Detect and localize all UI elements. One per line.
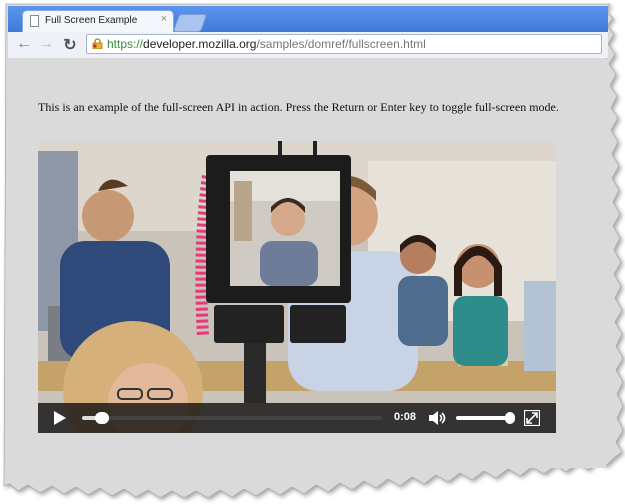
- new-tab-button[interactable]: [172, 14, 208, 32]
- tab-full-screen-example[interactable]: Full Screen Example ×: [22, 10, 174, 32]
- tab-title: Full Screen Example: [45, 15, 138, 26]
- intro-paragraph: This is an example of the full-screen AP…: [38, 100, 559, 114]
- volume-handle[interactable]: [505, 412, 516, 424]
- current-time: 0:08: [394, 411, 417, 423]
- browser-toolbar: ← → ↻ https://developer.mozilla.org/samp…: [8, 32, 608, 59]
- address-bar[interactable]: https://developer.mozilla.org/samples/do…: [86, 34, 602, 54]
- url-scheme: https://: [107, 37, 144, 51]
- tab-strip: Full Screen Example ×: [8, 6, 608, 32]
- lock-icon: [92, 38, 103, 49]
- seek-handle[interactable]: [95, 412, 109, 424]
- play-icon[interactable]: [54, 411, 66, 425]
- url-text: https://developer.mozilla.org/samples/do…: [107, 37, 426, 51]
- video-controls: 0:08: [38, 403, 556, 433]
- url-path: /samples/domref/fullscreen.html: [256, 37, 426, 51]
- url-host: developer.mozilla.org: [143, 37, 257, 51]
- volume-slider[interactable]: [456, 412, 516, 424]
- seek-bar[interactable]: [82, 412, 382, 424]
- back-arrow-icon[interactable]: ←: [14, 35, 34, 53]
- tab-close-icon[interactable]: ×: [161, 13, 167, 25]
- video-frame: [38, 141, 556, 433]
- fullscreen-icon[interactable]: [524, 410, 540, 426]
- volume-level: [456, 416, 512, 420]
- document-icon: [30, 15, 39, 27]
- forward-arrow-icon[interactable]: →: [36, 35, 56, 53]
- reload-icon[interactable]: ↻: [60, 35, 80, 55]
- volume-icon[interactable]: [428, 410, 448, 426]
- video-player[interactable]: 0:08: [38, 141, 556, 433]
- page-content: This is an example of the full-screen AP…: [8, 58, 606, 468]
